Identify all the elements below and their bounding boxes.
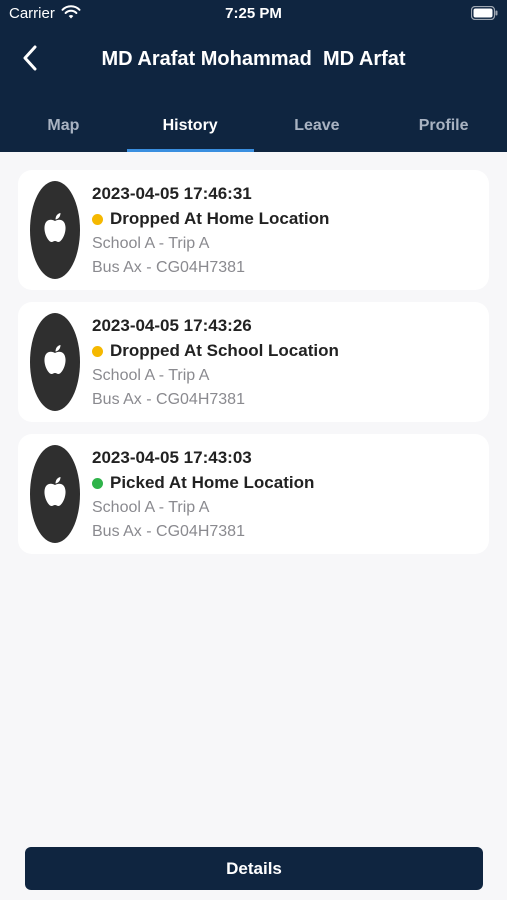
app-screen: Carrier 7:25 PM MD Arafat Mohammad MD Ar…	[0, 0, 507, 900]
history-trip: School A - Trip A	[92, 367, 210, 384]
history-status-label: Dropped At School Location	[110, 341, 339, 360]
status-dot	[92, 213, 103, 225]
history-datetime: 2023-04-05 17:46:31	[92, 184, 252, 203]
history-status-label: Dropped At Home Location	[110, 209, 330, 228]
avatar	[30, 313, 80, 411]
history-status: Picked At Home Location	[92, 473, 314, 493]
status-dot	[92, 345, 103, 357]
history-item[interactable]: 2023-04-05 17:46:31 Dropped At Home Loca…	[18, 170, 489, 290]
history-status: Dropped At School Location	[92, 341, 339, 361]
details-button[interactable]: Details	[25, 847, 483, 890]
history-item[interactable]: 2023-04-05 17:43:26 Dropped At School Lo…	[18, 302, 489, 422]
history-bus: Bus Ax - CG04H7381	[92, 523, 245, 540]
history-status: Dropped At Home Location	[92, 209, 329, 229]
tab-leave[interactable]: Leave	[254, 100, 381, 152]
history-trip: School A - Trip A	[92, 235, 210, 252]
tab-profile[interactable]: Profile	[380, 100, 507, 152]
status-dot	[92, 477, 103, 489]
header: Carrier 7:25 PM MD Arafat Mohammad MD Ar…	[0, 0, 507, 152]
history-bus: Bus Ax - CG04H7381	[92, 259, 245, 276]
avatar	[30, 181, 80, 279]
history-trip: School A - Trip A	[92, 499, 210, 516]
page-title: MD Arafat Mohammad MD Arfat	[101, 48, 406, 70]
history-datetime: 2023-04-05 17:43:26	[92, 316, 252, 335]
tab-map[interactable]: Map	[0, 100, 127, 152]
tab-bar: Map History Leave Profile	[0, 100, 507, 152]
chevron-left-icon	[22, 45, 38, 76]
nav-bar: MD Arafat Mohammad MD Arfat	[0, 38, 507, 82]
apple-logo-icon	[42, 476, 68, 513]
apple-logo-icon	[42, 344, 68, 381]
history-item[interactable]: 2023-04-05 17:43:03 Picked At Home Locat…	[18, 434, 489, 554]
history-bus: Bus Ax - CG04H7381	[92, 391, 245, 408]
history-status-label: Picked At Home Location	[110, 473, 315, 492]
battery-icon	[470, 5, 498, 25]
history-list: 2023-04-05 17:46:31 Dropped At Home Loca…	[18, 170, 489, 566]
history-datetime: 2023-04-05 17:43:03	[92, 448, 252, 467]
status-bar: Carrier 7:25 PM	[0, 0, 507, 28]
apple-logo-icon	[42, 212, 68, 249]
tab-history[interactable]: History	[126, 100, 254, 152]
avatar	[30, 445, 80, 543]
clock: 7:25 PM	[225, 5, 282, 22]
